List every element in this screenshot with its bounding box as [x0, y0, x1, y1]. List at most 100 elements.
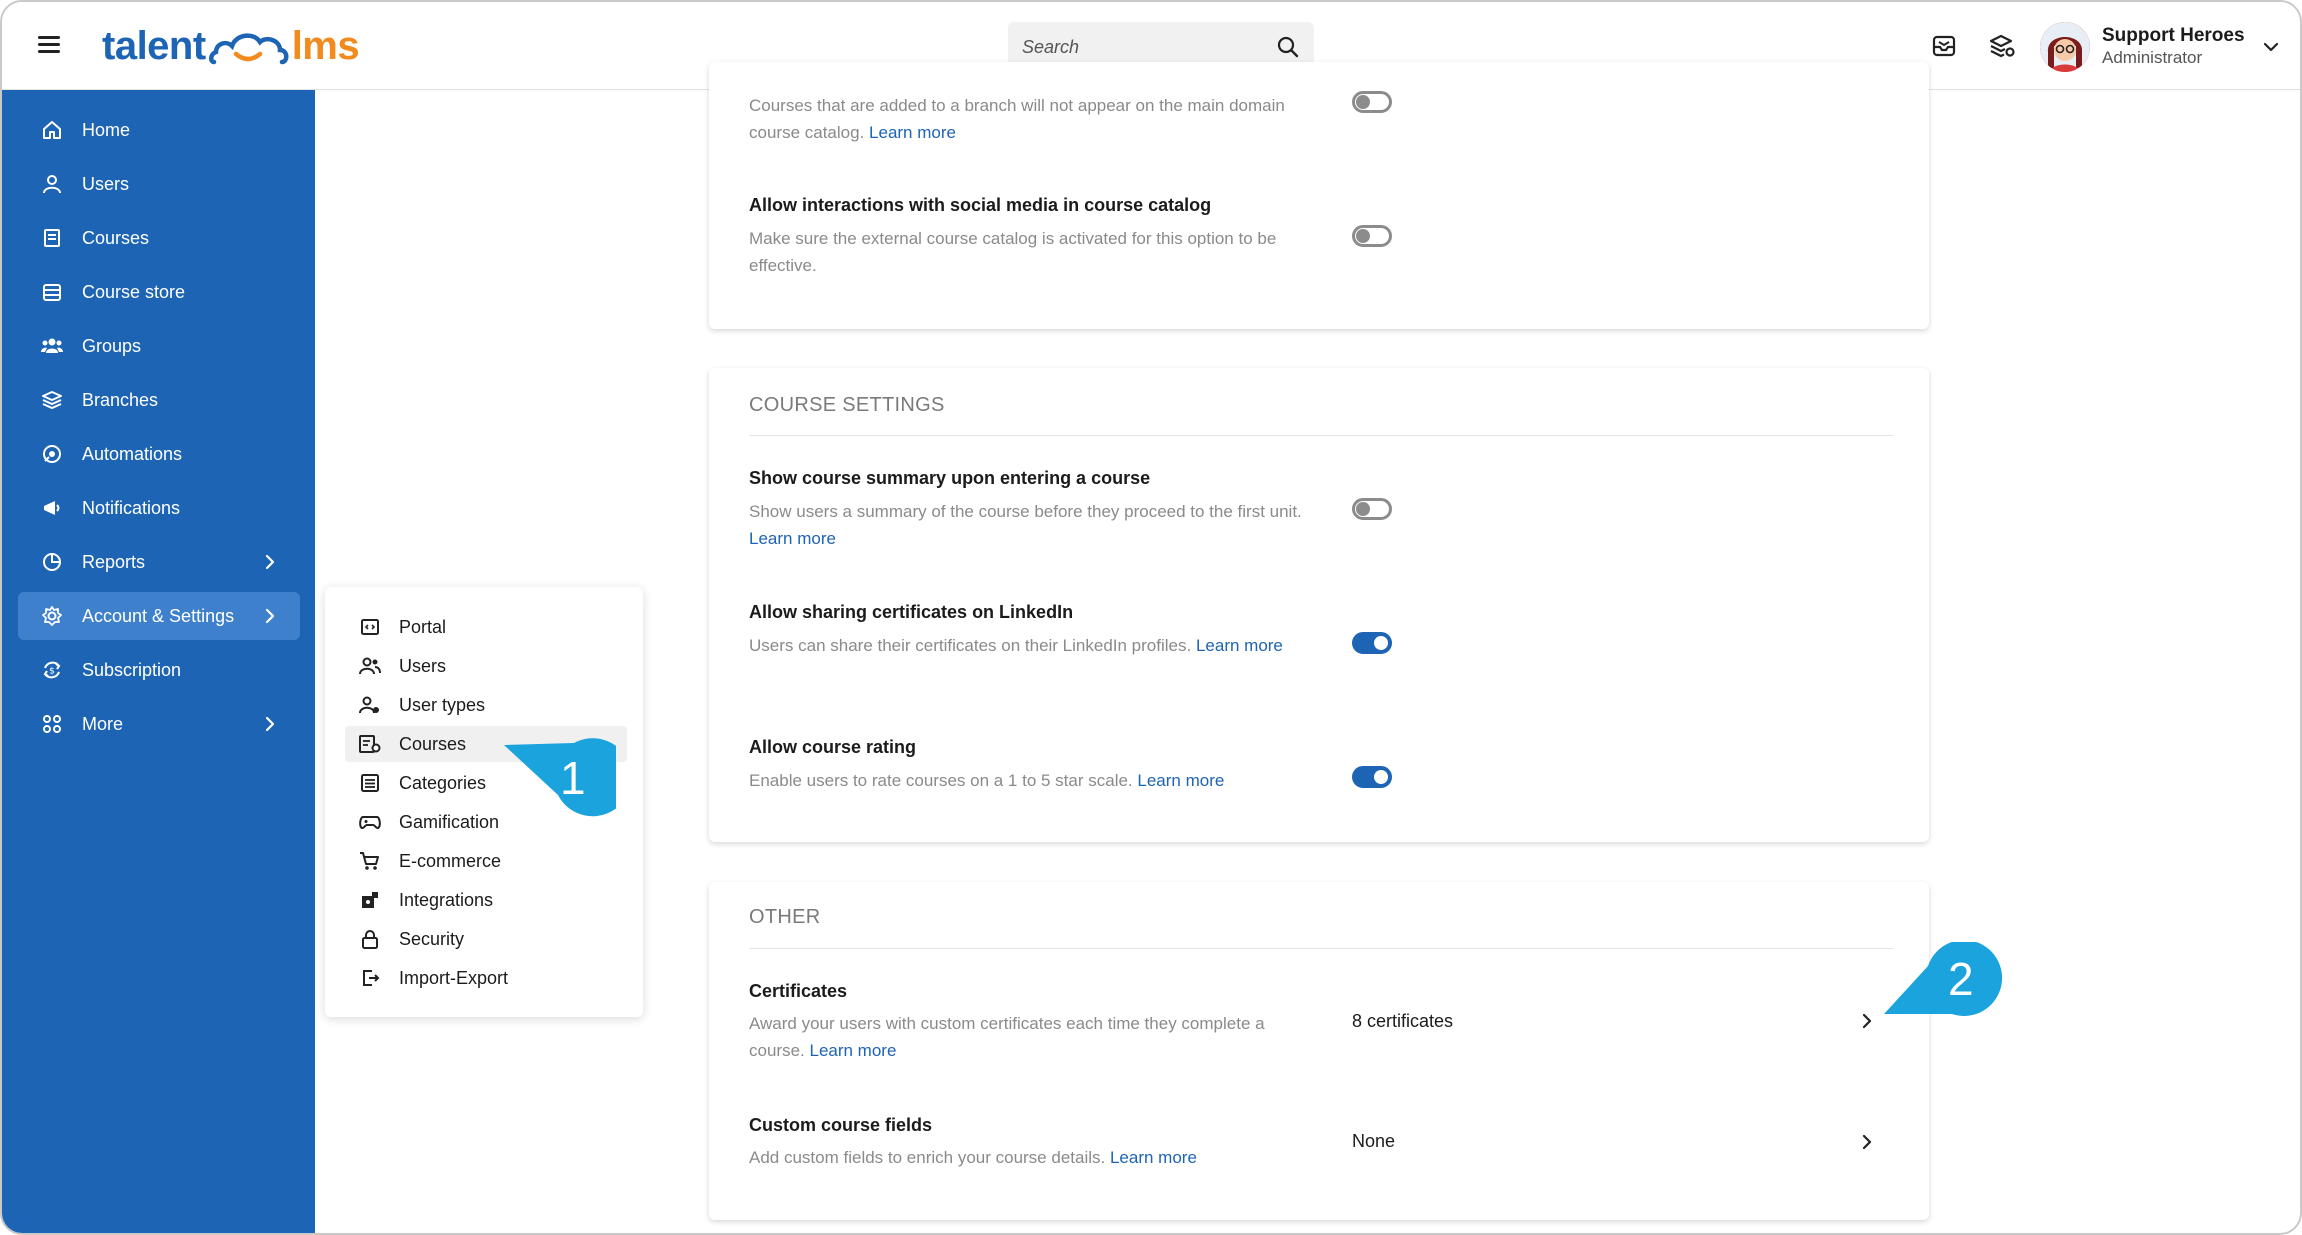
- learn-more-link[interactable]: Learn more: [1137, 771, 1224, 790]
- svg-text:$: $: [49, 667, 55, 677]
- search-input[interactable]: [1022, 36, 1276, 58]
- sidebar-item-reports[interactable]: Reports: [18, 538, 300, 586]
- linkedin-sharing-description: Users can share their certificates on th…: [749, 636, 1283, 655]
- submenu-item-user-types[interactable]: User types: [345, 687, 627, 723]
- linkedin-sharing-title: Allow sharing certificates on LinkedIn: [749, 602, 1074, 622]
- layers-settings-icon[interactable]: [1988, 32, 2016, 60]
- gamepad-icon: [359, 811, 381, 833]
- submenu-item-label: Gamification: [399, 811, 500, 832]
- sidebar-item-notifications[interactable]: Notifications: [18, 484, 300, 532]
- sidebar-item-more[interactable]: More: [18, 700, 300, 748]
- submenu-item-label: User types: [399, 694, 486, 715]
- sidebar-item-account-settings[interactable]: Account & Settings: [18, 592, 300, 640]
- sidebar-item-groups[interactable]: Groups: [18, 322, 300, 370]
- sidebar-item-label: Groups: [82, 335, 142, 356]
- gear-icon: [40, 604, 64, 628]
- sidebar-item-branches[interactable]: Branches: [18, 376, 300, 424]
- submenu-item-label: Integrations: [399, 889, 494, 910]
- course-rating-description: Enable users to rate courses on a 1 to 5…: [749, 771, 1225, 790]
- learn-more-link[interactable]: Learn more: [869, 123, 956, 142]
- learn-more-link[interactable]: Learn more: [809, 1041, 896, 1060]
- inbox-icon[interactable]: [1930, 32, 1958, 60]
- custom-course-fields-title: Custom course fields: [749, 1115, 933, 1135]
- sidebar-item-subscription[interactable]: $ Subscription: [18, 646, 300, 694]
- user-role: Administrator: [2102, 48, 2203, 67]
- callout-2-number: 2: [1948, 953, 1974, 1005]
- submenu-item-integrations[interactable]: Integrations: [345, 882, 627, 918]
- sidebar-item-course-store[interactable]: Course store: [18, 268, 300, 316]
- submenu-item-security[interactable]: Security: [345, 921, 627, 957]
- search-icon[interactable]: [1276, 35, 1300, 59]
- course-summary-title: Show course summary upon entering a cour…: [749, 468, 1151, 488]
- sidebar: Home Users Courses Course store Groups B…: [2, 90, 315, 1233]
- puzzle-icon: [359, 889, 381, 911]
- custom-course-fields-value: None: [1352, 1131, 1396, 1151]
- divider: [749, 948, 1893, 949]
- sidebar-item-label: Branches: [82, 389, 159, 410]
- submenu-item-import-export[interactable]: Import-Export: [345, 960, 627, 996]
- sidebar-item-home[interactable]: Home: [18, 106, 300, 154]
- sidebar-item-label: Reports: [82, 551, 146, 572]
- user-icon: [40, 172, 64, 196]
- linkedin-sharing-toggle[interactable]: [1352, 632, 1392, 654]
- pie-chart-icon: [40, 550, 64, 574]
- grid-icon: [40, 712, 64, 736]
- user-types-icon: [359, 694, 381, 716]
- user-menu[interactable]: Support Heroes Administrator: [2040, 20, 2279, 74]
- avatar: [2040, 22, 2090, 72]
- callout-1: 1: [500, 737, 632, 823]
- submenu-item-label: Security: [399, 928, 465, 949]
- divider: [749, 435, 1893, 436]
- sidebar-item-users[interactable]: Users: [18, 160, 300, 208]
- lock-icon: [359, 928, 381, 950]
- hamburger-menu-icon[interactable]: [38, 36, 60, 54]
- submenu-item-label: Import-Export: [399, 967, 509, 988]
- store-icon: [40, 280, 64, 304]
- submenu-item-portal[interactable]: Portal: [345, 609, 627, 645]
- course-summary-toggle[interactable]: [1352, 498, 1392, 520]
- sidebar-item-courses[interactable]: Courses: [18, 214, 300, 262]
- course-rating-toggle[interactable]: [1352, 766, 1392, 788]
- submenu-item-label: Categories: [399, 772, 487, 793]
- callout-2: 2: [1882, 939, 2003, 1018]
- chevron-down-icon[interactable]: [2263, 39, 2279, 55]
- certificates-description: Award your users with custom certificate…: [749, 1014, 1265, 1060]
- learn-more-link[interactable]: Learn more: [1196, 636, 1283, 655]
- submenu-item-label: E-commerce: [399, 850, 502, 871]
- sidebar-item-automations[interactable]: Automations: [18, 430, 300, 478]
- cart-icon: [359, 850, 381, 872]
- submenu-item-users[interactable]: Users: [345, 648, 627, 684]
- social-media-description: Make sure the external course catalog is…: [749, 229, 1277, 275]
- social-media-toggle[interactable]: [1352, 225, 1392, 247]
- groups-icon: [40, 334, 64, 358]
- callout-1-number: 1: [560, 752, 586, 804]
- callout-2-shape: [1884, 939, 2003, 1016]
- app-window: talent lms Search Support Heroes Adminis…: [0, 0, 2302, 1235]
- submenu-item-e-commerce[interactable]: E-commerce: [345, 843, 627, 879]
- sidebar-item-label: Automations: [82, 443, 183, 464]
- sidebar-item-label: Users: [82, 173, 130, 194]
- sidebar-item-label: More: [82, 713, 124, 734]
- sidebar-item-label: Account & Settings: [82, 605, 235, 626]
- home-icon: [40, 118, 64, 142]
- import-export-icon: [359, 967, 381, 989]
- certificates-title: Certificates: [749, 981, 848, 1001]
- list-icon: [359, 772, 381, 794]
- sidebar-item-label: Course store: [82, 281, 186, 302]
- chevron-right-icon[interactable]: [1859, 1013, 1875, 1029]
- learn-more-link[interactable]: Learn more: [749, 529, 836, 548]
- social-media-title: Allow interactions with social media in …: [749, 195, 1212, 215]
- learn-more-link[interactable]: Learn more: [1110, 1148, 1197, 1167]
- catalog-settings-card: Courses that are added to a branch will …: [709, 62, 1929, 329]
- logo-text-talent: talent: [102, 23, 206, 68]
- user-name: Support Heroes: [2102, 25, 2245, 46]
- chevron-right-icon[interactable]: [1859, 1134, 1875, 1150]
- course-summary-description: Show users a summary of the course befor…: [749, 502, 1302, 548]
- book-icon: [40, 226, 64, 250]
- submenu-item-label: Courses: [399, 733, 467, 754]
- branch-catalog-description: Courses that are added to a branch will …: [749, 96, 1285, 142]
- branch-catalog-toggle[interactable]: [1352, 91, 1392, 113]
- megaphone-icon: [40, 496, 64, 520]
- talentlms-logo[interactable]: talent lms: [102, 18, 360, 74]
- certificates-count: 8 certificates: [1352, 1011, 1454, 1031]
